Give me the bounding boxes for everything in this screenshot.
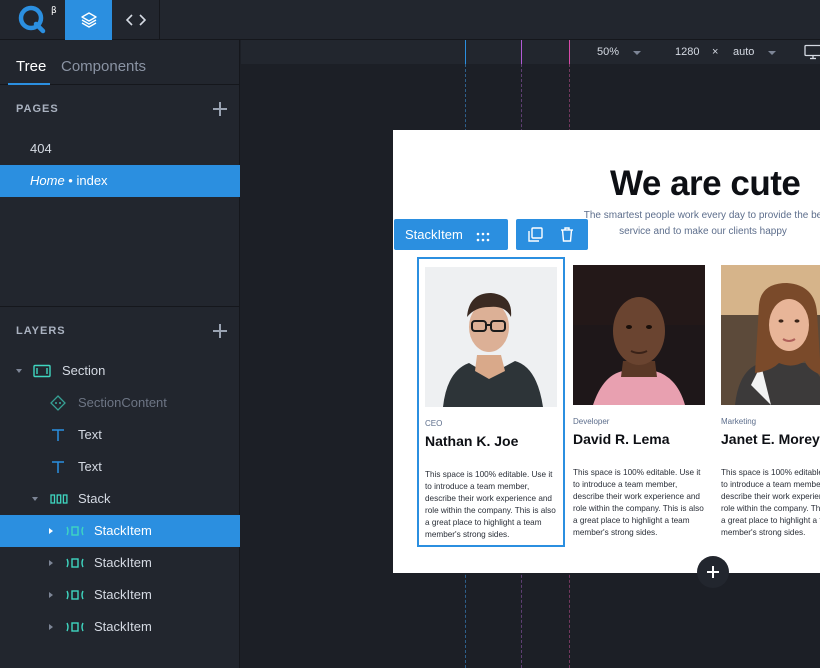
layers-view-button[interactable]	[65, 0, 112, 40]
layer-label: SectionContent	[78, 395, 167, 410]
caret-down-icon[interactable]	[14, 355, 24, 387]
member-description: This space is 100% editable. Use it to i…	[425, 470, 556, 539]
page-separator: •	[64, 173, 77, 188]
member-role: Marketing	[721, 417, 757, 426]
layer-label: Text	[78, 427, 102, 442]
zoom-dropdown-icon[interactable]	[633, 51, 641, 55]
layer-label: StackItem	[94, 587, 152, 602]
text-icon	[50, 427, 66, 443]
member-description: This space is 100% editable. Use it to i…	[721, 468, 820, 537]
layer-label: StackItem	[94, 555, 152, 570]
member-name: Nathan K. Joe	[425, 433, 519, 449]
page-item-404[interactable]: 404	[0, 133, 240, 165]
width-input[interactable]: 1280	[675, 46, 699, 58]
layer-label: Section	[62, 363, 106, 378]
duplicate-icon[interactable]	[528, 227, 543, 247]
tab-tree[interactable]: Tree	[16, 58, 46, 75]
topbar-divider	[159, 0, 160, 40]
subtitle-line: The smartest people work every day to pr…	[583, 210, 820, 221]
member-name: Janet E. Morey	[721, 431, 820, 447]
member-description: This space is 100% editable. Use it to i…	[573, 468, 704, 537]
section-icon	[33, 363, 51, 379]
code-icon	[125, 14, 146, 26]
stack-item-icon	[66, 587, 84, 603]
add-page-button[interactable]	[212, 101, 228, 117]
height-select[interactable]: auto	[733, 46, 754, 58]
logo-icon: β	[18, 5, 57, 34]
team-card[interactable]: Marketing Janet E. Morey This space is 1…	[713, 257, 820, 547]
page-label: 404	[30, 141, 52, 156]
times-label: ×	[712, 46, 719, 58]
caret-right-icon[interactable]	[46, 579, 56, 611]
page-title-label: Home	[30, 173, 65, 188]
caret-right-icon[interactable]	[46, 547, 56, 579]
team-card[interactable]: CEO Nathan K. Joe This space is 100% edi…	[417, 257, 565, 547]
layer-text[interactable]: Text	[0, 451, 240, 483]
text-icon	[50, 459, 66, 475]
stack-item-icon	[66, 619, 84, 635]
stack-item-icon	[66, 555, 84, 571]
layers-section-title: LAYERS	[16, 325, 66, 337]
section-heading[interactable]: We are cute	[610, 164, 801, 204]
member-role: CEO	[425, 419, 443, 428]
layer-section-content[interactable]: SectionContent	[0, 387, 240, 419]
team-photo	[573, 265, 705, 405]
page-item-index[interactable]: Home • index	[0, 165, 240, 197]
subtitle-line: service and to make our clients happy	[619, 226, 787, 237]
section-subtitle[interactable]: The smartest people work every day to pr…	[553, 208, 820, 240]
design-canvas[interactable]: We are cute The smartest people work eve…	[241, 64, 820, 668]
add-section-button[interactable]	[697, 556, 729, 588]
layer-label: Stack	[78, 491, 111, 506]
ruler-marker	[465, 40, 466, 64]
layer-stack-item[interactable]: StackItem	[0, 611, 240, 643]
page-frame: We are cute The smartest people work eve…	[393, 130, 820, 573]
team-photo	[721, 265, 820, 405]
drag-handle-icon[interactable]	[476, 229, 490, 247]
desktop-icon[interactable]	[804, 44, 820, 65]
layer-section[interactable]: Section	[0, 355, 240, 387]
selection-label: StackItem	[405, 227, 463, 242]
ruler-marker	[569, 40, 570, 64]
plus-icon	[707, 566, 719, 578]
layer-stack-item[interactable]: StackItem	[0, 547, 240, 579]
team-card[interactable]: Developer David R. Lema This space is 10…	[565, 257, 713, 547]
left-panel: Tree Components PAGES 404 Home • index L…	[0, 40, 240, 668]
layer-stack-item[interactable]: StackItem	[0, 515, 240, 547]
layer-text[interactable]: Text	[0, 419, 240, 451]
canvas-toolbar: 50% 1280 × auto	[241, 40, 820, 64]
stack-icon	[50, 491, 68, 507]
layer-stack-item[interactable]: StackItem	[0, 579, 240, 611]
zoom-select[interactable]: 50%	[597, 46, 619, 58]
layer-stack[interactable]: Stack	[0, 483, 240, 515]
height-dropdown-icon[interactable]	[768, 51, 776, 55]
caret-down-icon[interactable]	[30, 483, 40, 515]
page-slug-label: index	[76, 173, 108, 188]
top-bar: β	[0, 0, 820, 40]
team-photo	[425, 267, 557, 407]
trash-icon[interactable]	[560, 227, 574, 247]
logo-badge: β	[51, 6, 57, 16]
panel-tabs: Tree Components	[0, 40, 240, 85]
component-icon	[50, 395, 66, 411]
layer-label: Text	[78, 459, 102, 474]
tab-components[interactable]: Components	[61, 58, 146, 75]
app-window: β Tree Components PAGES 404 Home • index…	[0, 0, 820, 668]
pages-section-title: PAGES	[16, 103, 59, 115]
layers-icon	[80, 12, 97, 28]
member-name: David R. Lema	[573, 431, 670, 447]
selection-actions	[516, 219, 588, 250]
layer-label: StackItem	[94, 619, 152, 634]
caret-right-icon[interactable]	[46, 515, 56, 547]
add-layer-button[interactable]	[212, 323, 228, 339]
caret-right-icon[interactable]	[46, 611, 56, 643]
app-logo[interactable]: β	[0, 0, 64, 40]
layer-label: StackItem	[94, 523, 152, 538]
ruler-marker	[521, 40, 522, 64]
section-divider	[0, 306, 240, 307]
selection-badge[interactable]: StackItem	[394, 219, 508, 250]
code-view-button[interactable]	[112, 0, 159, 40]
member-role: Developer	[573, 417, 610, 426]
active-tab-indicator	[8, 83, 50, 85]
stack-item-icon	[66, 523, 84, 539]
